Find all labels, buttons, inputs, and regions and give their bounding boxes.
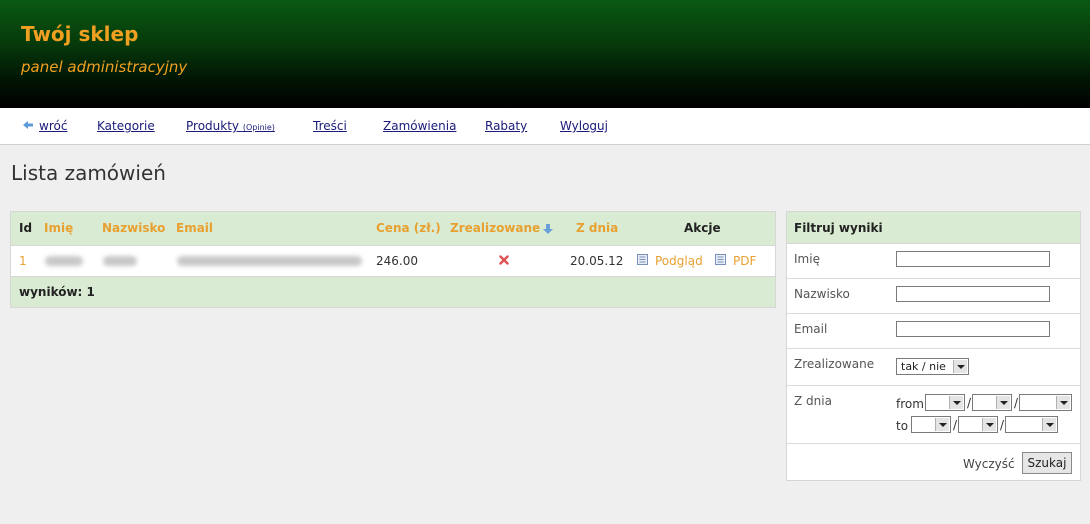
nav-logout-link[interactable]: Wyloguj [560,119,608,133]
filter-to-month-select[interactable] [958,416,998,433]
main-nav [0,108,1090,145]
nav-products-link[interactable]: Produkty (Opinie) [186,119,275,133]
filter-first-name-input[interactable] [896,251,1050,267]
nav-reviews-link[interactable]: (Opinie) [243,123,275,132]
date-separator: / [1014,396,1019,410]
date-separator: / [953,418,958,432]
col-realized[interactable]: Zrealizowane [450,221,540,235]
chevron-down-icon [953,360,967,373]
table-footer: wyników: 1 [11,277,775,307]
col-first-name[interactable]: Imię [44,221,73,235]
col-date[interactable]: Z dnia [576,221,618,235]
filter-last-name-input[interactable] [896,286,1050,302]
filter-row-first-name: Imię [787,244,1080,279]
filter-from-month-select[interactable] [972,394,1012,411]
chevron-down-icon [996,396,1010,409]
filter-last-name-label: Nazwisko [794,287,850,301]
nav-orders-link[interactable]: Zamówienia [383,119,456,133]
preview-link[interactable]: Podgląd [655,254,703,268]
col-last-name[interactable]: Nazwisko [102,221,165,235]
filter-title: Filtruj wyniki [794,221,883,235]
pdf-link[interactable]: PDF [733,254,756,268]
filter-row-email: Email [787,314,1080,349]
filter-first-name-label: Imię [794,252,820,266]
nav-content-link[interactable]: Treści [313,119,347,133]
orders-table: Id Imię Nazwisko Email Cena (zł.) Zreali… [10,211,776,308]
date-separator: / [1000,418,1005,432]
col-id[interactable]: Id [19,221,32,235]
filter-search-button[interactable]: Szukaj [1022,452,1072,474]
sort-down-icon[interactable] [543,224,553,234]
filter-to-day-select[interactable] [911,416,951,433]
col-actions: Akcje [684,221,721,235]
cell-date: 20.05.12 [570,254,624,268]
redacted-email [177,256,362,266]
site-header: Twój sklep panel administracyjny [0,0,1090,108]
filter-to-year-select[interactable] [1005,416,1058,433]
filter-email-label: Email [794,322,828,336]
results-count: wyników: 1 [19,285,95,299]
filter-realized-select[interactable]: tak / nie [896,358,969,375]
filter-realized-value: tak / nie [901,360,946,373]
col-price[interactable]: Cena (zł.) [376,221,441,235]
filter-email-input[interactable] [896,321,1050,337]
filter-from-day-select[interactable] [925,394,965,411]
col-email[interactable]: Email [176,221,213,235]
nav-back-link[interactable]: wróć [39,119,67,133]
table-row: 1 246.00 20.05.12 Podgląd PDF [11,246,775,277]
date-separator: / [967,396,972,410]
nav-products-label[interactable]: Produkty [186,119,239,133]
preview-document-icon[interactable] [637,254,648,265]
filter-panel: Filtruj wyniki Imię Nazwisko Email Zreal… [786,211,1081,481]
filter-row-date: Z dnia from / / to / / [787,386,1080,444]
chevron-down-icon [1056,396,1070,409]
back-arrow-icon[interactable] [22,119,34,131]
filter-row-realized: Zrealizowane tak / nie [787,349,1080,386]
filter-realized-label: Zrealizowane [794,357,875,371]
not-realized-x-icon[interactable] [499,255,509,265]
filter-clear-link[interactable]: Wyczyść [963,457,1015,471]
redacted-last-name [103,256,137,266]
table-header: Id Imię Nazwisko Email Cena (zł.) Zreali… [11,212,775,246]
filter-from-label: from [896,397,924,411]
chevron-down-icon [949,396,963,409]
nav-discounts-link[interactable]: Rabaty [485,119,527,133]
nav-categories-link[interactable]: Kategorie [97,119,155,133]
filter-header: Filtruj wyniki [787,212,1080,244]
cell-id[interactable]: 1 [19,254,27,268]
filter-row-last-name: Nazwisko [787,279,1080,314]
pdf-document-icon[interactable] [715,254,726,265]
filter-to-label: to [896,419,909,433]
filter-from-year-select[interactable] [1019,394,1072,411]
redacted-first-name [45,256,83,266]
filter-date-label: Z dnia [794,394,832,408]
chevron-down-icon [935,418,949,431]
site-title: Twój sklep [21,22,139,46]
page-title: Lista zamówień [11,161,166,185]
chevron-down-icon [982,418,996,431]
site-subtitle: panel administracyjny [21,58,188,76]
cell-price: 246.00 [376,254,418,268]
chevron-down-icon [1042,418,1056,431]
